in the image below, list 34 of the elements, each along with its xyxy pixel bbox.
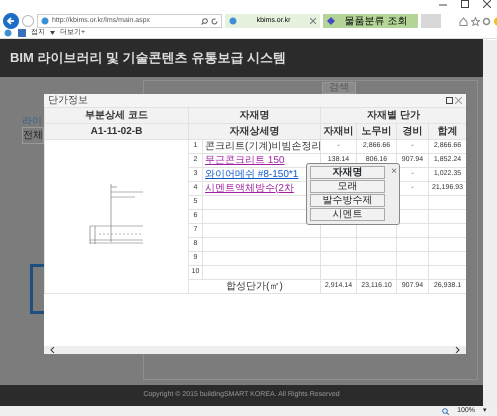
sum-label: 합성단가(㎡): [226, 280, 283, 292]
maximize-icon[interactable]: [446, 97, 452, 104]
vertical-scrollbar[interactable]: [483, 40, 497, 407]
maximize-icon[interactable]: [461, 0, 469, 8]
column-header: 자재비: [320, 124, 356, 140]
browser-tab[interactable]: 물품분류 조회: [323, 14, 418, 28]
back-button[interactable]: [3, 13, 19, 29]
zoom-icon[interactable]: [442, 408, 450, 414]
column-header: 자재별 단가: [320, 108, 466, 124]
settings-icon[interactable]: [482, 16, 491, 26]
close-icon[interactable]: [483, 0, 491, 8]
column-header: 부분상세 코드: [44, 108, 188, 124]
column-header: 경비: [396, 124, 428, 140]
column-header: 자재명: [188, 108, 320, 124]
popup-item[interactable]: 시멘트: [310, 208, 385, 221]
arrow-left-icon: [6, 16, 16, 26]
column-header: 합계: [428, 124, 466, 140]
horizontal-scrollbar[interactable]: [44, 346, 466, 354]
popup-header: 자재명: [310, 166, 385, 179]
search-icon[interactable]: [201, 18, 208, 24]
modal-title: 단가정보: [48, 94, 88, 108]
refresh-icon[interactable]: [211, 18, 218, 24]
diamond-icon: [327, 17, 335, 25]
column-header: 노무비: [356, 124, 396, 140]
close-button[interactable]: ×: [391, 164, 397, 179]
site-title: BIM 라이브러리 및 기술콘텐츠 유통보급 시스템: [0, 39, 483, 77]
popup-item[interactable]: 발수방수제: [310, 194, 385, 207]
star-icon[interactable]: [470, 16, 480, 26]
home-icon[interactable]: [459, 16, 468, 26]
code-value: A1-11-02-B: [44, 124, 188, 140]
popup-item[interactable]: 모래: [310, 180, 385, 193]
caret-icon[interactable]: [50, 31, 55, 35]
select-field[interactable]: 전체: [22, 127, 44, 144]
column-header: 자재상세명: [188, 124, 320, 140]
